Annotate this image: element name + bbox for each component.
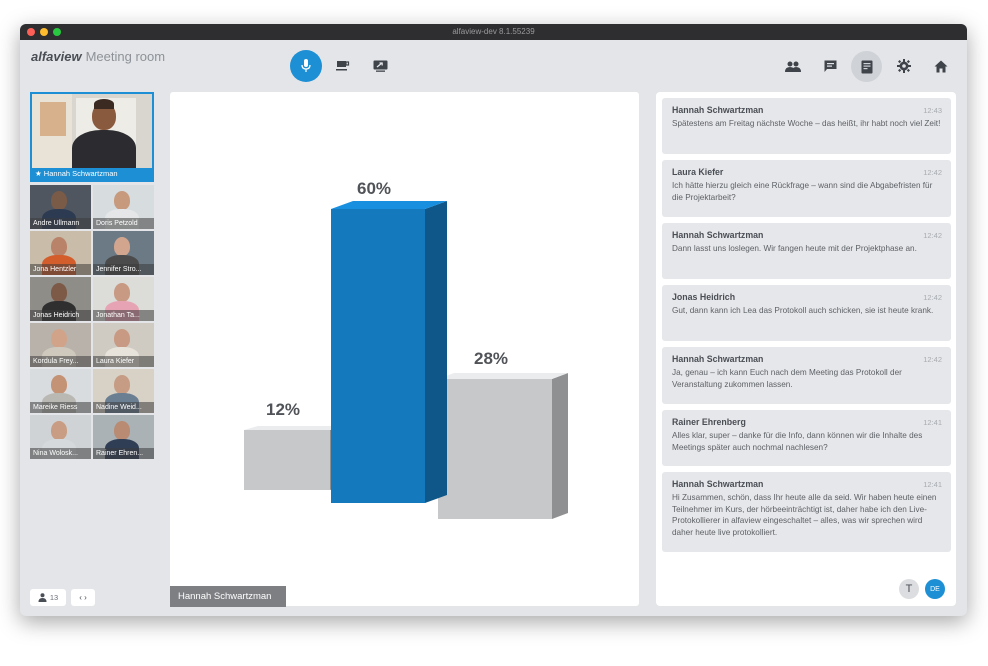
- participant-name: Jonathan Ta...: [93, 310, 154, 321]
- message-time: 12:41: [923, 418, 942, 427]
- screen-share-icon: [373, 60, 387, 72]
- participant-name: Doris Petzold: [93, 218, 154, 229]
- home-button[interactable]: [929, 54, 953, 78]
- coffee-cup-icon: [336, 61, 350, 71]
- bar-front: [331, 209, 425, 503]
- participant-tile[interactable]: Jennifer Stro...: [93, 231, 154, 275]
- active-speaker-tile[interactable]: ★ Hannah Schwartzman: [30, 92, 154, 182]
- participant-tile[interactable]: Laura Kiefer: [93, 323, 154, 367]
- participant-name: Mareike Riess: [30, 402, 91, 413]
- message-author: Hannah Schwartzman: [672, 105, 764, 115]
- participant-tile[interactable]: Jona Hentzler: [30, 231, 91, 275]
- message-time: 12:42: [923, 231, 942, 240]
- message-text: Ich hätte hierzu gleich eine Rückfrage –…: [672, 181, 933, 202]
- person-icon: [38, 593, 47, 602]
- bar-top: [438, 373, 568, 379]
- message-time: 12:43: [923, 106, 942, 115]
- window-title: alfaview-dev 8.1.55239: [452, 27, 535, 36]
- gear-icon: [897, 59, 911, 73]
- screen-share-button[interactable]: [368, 54, 392, 78]
- document-transcript-icon: [861, 60, 872, 73]
- microphone-button[interactable]: [290, 50, 322, 82]
- message-author: Rainer Ehrenberg: [672, 417, 746, 427]
- bar-front: [244, 430, 330, 490]
- participant-tile[interactable]: Kordula Frey...: [30, 323, 91, 367]
- participant-tile[interactable]: Andre Ullmann: [30, 185, 91, 229]
- participant-name: Laura Kiefer: [93, 356, 154, 367]
- chat-button[interactable]: [818, 54, 842, 78]
- message-text: Gut, dann kann ich Lea das Protokoll auc…: [672, 306, 934, 315]
- participant-tile[interactable]: Jonathan Ta...: [93, 277, 154, 321]
- bar-value-label: 12%: [266, 400, 300, 419]
- toggle-sidebar-button[interactable]: ‹ ›: [71, 589, 95, 606]
- brand: alfaview Meeting room: [31, 49, 165, 64]
- message-text: Spätestens am Freitag nächste Woche – da…: [672, 119, 941, 128]
- participant-tile[interactable]: Nadine Weid...: [93, 369, 154, 413]
- transcript-button[interactable]: [851, 51, 882, 82]
- people-icon: [785, 61, 801, 72]
- font-size-button[interactable]: T: [899, 579, 919, 599]
- message-text: Alles klar, super – danke für die Info, …: [672, 431, 923, 452]
- title-bar: alfaview-dev 8.1.55239: [20, 24, 967, 40]
- bar-front: [438, 379, 552, 519]
- alfaview-logo: alfaview: [31, 49, 82, 64]
- message-author: Hannah Schwartzman: [672, 230, 764, 240]
- font-size-icon: T: [905, 583, 913, 595]
- participant-tile[interactable]: Doris Petzold: [93, 185, 154, 229]
- chat-panel: Hannah Schwartzman 12:43 Spätestens am Fre…: [656, 92, 956, 606]
- bar-side: [425, 201, 447, 503]
- participants-button[interactable]: [781, 54, 805, 78]
- participant-tile[interactable]: Nina Wolosk...: [30, 415, 91, 459]
- chat-message: Hannah Schwartzman 12:41 Hi Zusammen, schö…: [662, 472, 951, 552]
- chat-message: Hannah Schwartzman 12:42 Dann lasst uns lo…: [662, 223, 951, 279]
- chevrons-icon: ‹ ›: [79, 593, 87, 602]
- message-author: Jonas Heidrich: [672, 292, 736, 302]
- chat-message: Hannah Schwartzman 12:43 Spätestens am Fre…: [662, 98, 951, 154]
- participant-name: Kordula Frey...: [30, 356, 91, 367]
- participant-name: Jona Hentzler: [30, 264, 91, 275]
- message-text: Ja, genau – ich kann Euch nach dem Meeti…: [672, 368, 902, 389]
- participant-name: Jonas Heidrich: [30, 310, 91, 321]
- participant-tile[interactable]: Jonas Heidrich: [30, 277, 91, 321]
- bar-value-label: 28%: [474, 349, 508, 368]
- room-name: Meeting room: [85, 49, 166, 64]
- participant-name: Andre Ullmann: [30, 218, 91, 229]
- microphone-icon: [301, 59, 311, 72]
- message-time: 12:42: [923, 293, 942, 302]
- coffee-break-button[interactable]: [331, 54, 355, 78]
- chat-message: Rainer Ehrenberg 12:41 Alles klar, super –…: [662, 410, 951, 466]
- participant-name: Nadine Weid...: [93, 402, 154, 413]
- chat-icon: [824, 60, 836, 72]
- participant-name: Nina Wolosk...: [30, 448, 91, 459]
- active-speaker-name: ★ Hannah Schwartzman: [32, 168, 152, 180]
- participant-name: Rainer Ehren...: [93, 448, 154, 459]
- participant-count-button[interactable]: 13: [30, 589, 66, 606]
- participant-tile[interactable]: Mareike Riess: [30, 369, 91, 413]
- message-author: Hannah Schwartzman: [672, 354, 764, 364]
- message-text: Dann lasst uns loslegen. Wir fangen heut…: [672, 244, 917, 253]
- chat-message: Jonas Heidrich 12:42 Gut, dann kann ich Le…: [662, 285, 951, 341]
- message-text: Hi Zusammen, schön, dass Ihr heute alle …: [672, 493, 937, 537]
- participant-name: Jennifer Stro...: [93, 264, 154, 275]
- participant-tile[interactable]: Rainer Ehren...: [93, 415, 154, 459]
- message-author: Hannah Schwartzman: [672, 479, 764, 489]
- message-time: 12:42: [923, 168, 942, 177]
- bar-chart: 12% 28% 60%: [244, 179, 568, 519]
- presentation-stage: 12% 28% 60%: [170, 92, 639, 606]
- chat-message: Hannah Schwartzman 12:42 Ja, genau – ich k…: [662, 347, 951, 404]
- settings-button[interactable]: [892, 54, 916, 78]
- message-time: 12:41: [923, 480, 942, 489]
- language-label: DE: [930, 585, 940, 593]
- bar-side: [552, 373, 568, 519]
- bar-value-label: 60%: [357, 179, 391, 198]
- message-author: Laura Kiefer: [672, 167, 724, 177]
- stage-speaker-label: Hannah Schwartzman: [170, 586, 286, 607]
- chat-message: Laura Kiefer 12:42 Ich hätte hierzu gleich…: [662, 160, 951, 217]
- participant-count: 13: [49, 593, 59, 602]
- message-time: 12:42: [923, 355, 942, 364]
- language-button[interactable]: DE: [925, 579, 945, 599]
- bar-top: [244, 426, 344, 430]
- home-icon: [934, 60, 948, 72]
- app-window: alfaview-dev 8.1.55239 alfaview Meeting r…: [20, 24, 967, 616]
